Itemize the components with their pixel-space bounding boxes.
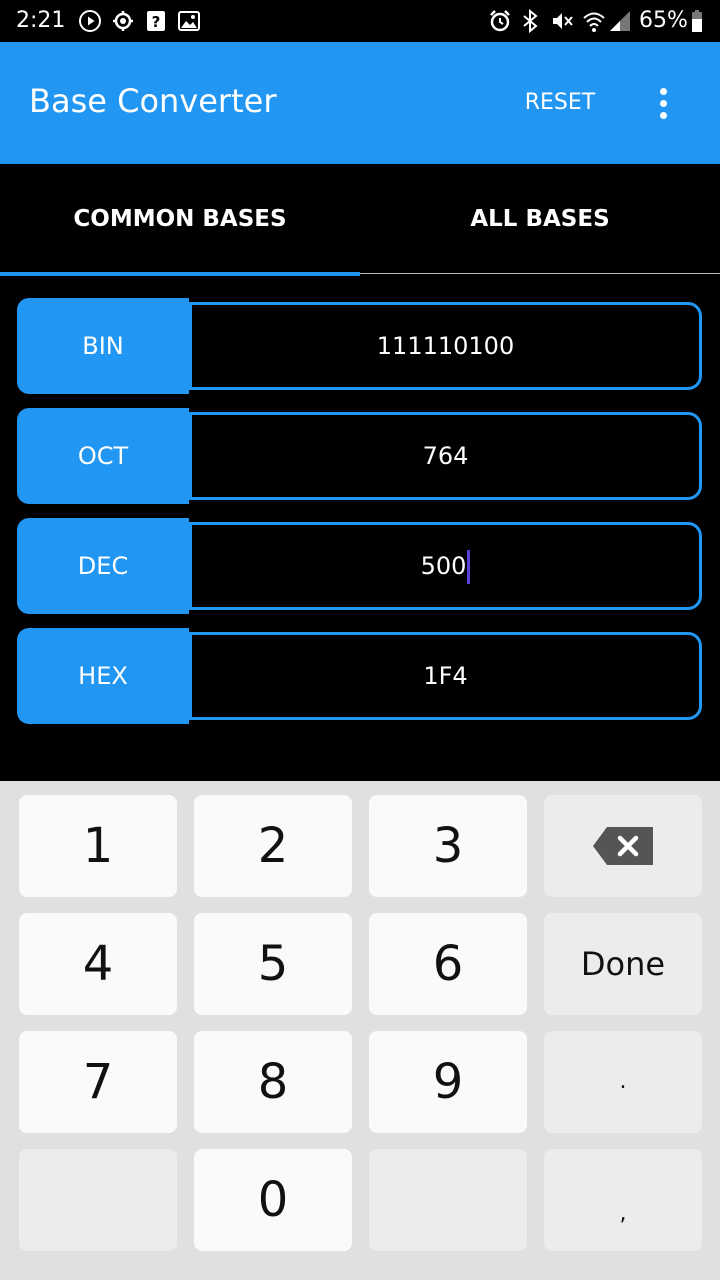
key-3[interactable]: 3 xyxy=(369,795,527,897)
backspace-icon xyxy=(593,827,653,865)
tab-all-bases[interactable]: ALL BASES xyxy=(360,164,720,274)
key-period[interactable]: . xyxy=(544,1031,702,1133)
key-comma[interactable]: , xyxy=(544,1149,702,1251)
base-row-bin: BIN 111110100 xyxy=(17,298,703,394)
bin-value: 111110100 xyxy=(376,332,515,360)
reset-button[interactable]: RESET xyxy=(505,78,615,128)
dec-value: 500 xyxy=(420,552,467,580)
image-icon xyxy=(178,11,200,31)
key-9[interactable]: 9 xyxy=(369,1031,527,1133)
app-bar: Base Converter RESET xyxy=(0,42,720,164)
hex-value: 1F4 xyxy=(423,662,468,690)
numeric-keyboard: 1 2 3 4 5 6 Done 7 8 9 . 0 , xyxy=(0,781,720,1280)
base-label-dec: DEC xyxy=(17,518,189,614)
key-2[interactable]: 2 xyxy=(194,795,352,897)
base-row-oct: OCT 764 xyxy=(17,408,703,504)
tab-common-bases[interactable]: COMMON BASES xyxy=(0,164,360,274)
backspace-key[interactable] xyxy=(544,795,702,897)
tab-divider xyxy=(360,273,720,274)
svg-text:?: ? xyxy=(152,13,161,31)
hex-value-field[interactable]: 1F4 xyxy=(189,632,702,720)
mute-icon xyxy=(553,13,573,29)
key-5[interactable]: 5 xyxy=(194,913,352,1015)
base-label-bin: BIN xyxy=(17,298,189,394)
settings-icon xyxy=(113,11,133,31)
text-cursor xyxy=(467,550,471,584)
base-label-oct: OCT xyxy=(17,408,189,504)
status-time: 2:21 xyxy=(16,8,66,33)
more-vert-icon[interactable] xyxy=(642,78,686,128)
base-label-hex: HEX xyxy=(17,628,189,724)
help-icon: ? xyxy=(147,11,165,31)
base-row-hex: HEX 1F4 xyxy=(17,628,703,724)
key-6[interactable]: 6 xyxy=(369,913,527,1015)
play-icon xyxy=(79,10,101,32)
battery-percent: 65% xyxy=(639,8,688,33)
alarm-icon xyxy=(490,10,510,32)
status-bar: 2:21 ? 65% xyxy=(0,0,720,42)
key-blank-left xyxy=(19,1149,177,1251)
tab-indicator xyxy=(0,272,360,276)
key-1[interactable]: 1 xyxy=(19,795,177,897)
bluetooth-icon xyxy=(523,9,538,33)
wifi-icon xyxy=(583,12,605,32)
oct-value-field[interactable]: 764 xyxy=(189,412,702,500)
signal-icon xyxy=(610,11,630,31)
oct-value: 764 xyxy=(422,442,469,470)
key-4[interactable]: 4 xyxy=(19,913,177,1015)
base-row-dec: DEC 500 xyxy=(17,518,703,614)
key-7[interactable]: 7 xyxy=(19,1031,177,1133)
dec-value-field[interactable]: 500 xyxy=(189,522,702,610)
battery-icon xyxy=(692,10,702,32)
key-0[interactable]: 0 xyxy=(194,1149,352,1251)
key-8[interactable]: 8 xyxy=(194,1031,352,1133)
key-blank-middle xyxy=(369,1149,527,1251)
tab-bar: COMMON BASES ALL BASES xyxy=(0,164,720,276)
done-button[interactable]: Done xyxy=(544,913,702,1015)
bin-value-field[interactable]: 111110100 xyxy=(189,302,702,390)
app-title: Base Converter xyxy=(29,82,277,120)
